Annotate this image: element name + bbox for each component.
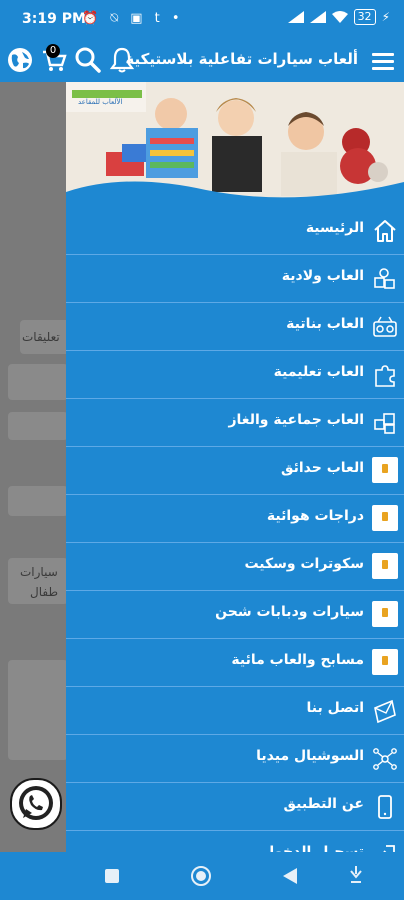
whatsapp-button[interactable] <box>10 778 62 830</box>
hamburger-menu-icon[interactable] <box>372 49 394 71</box>
cart-count-badge: 0 <box>46 44 60 58</box>
bg-field <box>8 364 68 400</box>
menu-item-login[interactable]: تسجيل الدخول <box>66 831 404 852</box>
drawer-menu: الرئيسية العاب ولادية العاب بناتية العاب… <box>66 207 404 852</box>
home-button[interactable] <box>190 865 212 887</box>
menu-item-label: العاب تعليمية <box>273 364 364 380</box>
menu-item-label: مسابح والعاب مائية <box>231 652 364 668</box>
category-thumbnail <box>372 649 398 675</box>
puzzle-icon <box>375 365 395 387</box>
bg-tab-label: تعليقات <box>22 330 60 344</box>
globe-icon[interactable] <box>6 46 34 74</box>
menu-item-social-media[interactable]: السوشيال ميديا <box>66 735 404 783</box>
header-wave <box>66 181 404 202</box>
menu-item-label: سيارات ودبابات شحن <box>215 604 364 620</box>
home-icon <box>374 220 396 242</box>
bg-card-text: طفال <box>30 585 58 599</box>
category-thumbnail <box>372 505 398 531</box>
system-icons: 32 ⚡ <box>287 9 390 25</box>
menu-item-contact-us[interactable]: اتصل بنا <box>66 687 404 735</box>
navigation-drawer: الألعاب للمقاعد الرئيسية العاب ولادية ال… <box>66 82 404 852</box>
status-time: 3:19 PM <box>22 11 86 27</box>
menu-item-label: سكوترات وسكيت <box>244 556 364 572</box>
menu-item-boys-toys[interactable]: العاب ولادية <box>66 255 404 303</box>
menu-item-home[interactable]: الرئيسية <box>66 207 404 255</box>
menu-item-label: تسجيل الدخول <box>262 844 364 852</box>
notification-icons: ⏰ ⍉ ▣ t • <box>82 11 184 26</box>
signal-icon <box>309 11 326 23</box>
menu-item-cars[interactable]: سيارات ودبابات شحن <box>66 591 404 639</box>
menu-item-label: العاب حدائق <box>280 460 364 476</box>
menu-item-label: السوشيال ميديا <box>256 748 364 764</box>
menu-item-label: العاب ولادية <box>281 268 364 284</box>
hide-keyboard-button[interactable] <box>348 866 364 886</box>
share-network-icon <box>373 748 397 770</box>
recents-button[interactable] <box>104 868 120 884</box>
drawer-header-image: الألعاب للمقاعد <box>66 82 404 202</box>
app-toolbar: ألعاب سيارات تفاعلية بلاستيكية 0 <box>0 40 404 82</box>
blocks-icon <box>374 413 395 434</box>
whatsapp-icon <box>19 786 53 820</box>
signal-icon <box>287 11 304 23</box>
category-thumbnail <box>372 457 398 483</box>
bg-product-card <box>8 660 68 760</box>
doll-toys-icon <box>373 316 397 337</box>
menu-item-label: العاب جماعية والغاز <box>228 412 364 428</box>
charging-icon: ⚡ <box>381 10 390 24</box>
menu-item-garden-toys[interactable]: العاب حدائق <box>66 447 404 495</box>
menu-item-girls-toys[interactable]: العاب بناتية <box>66 303 404 351</box>
category-thumbnail <box>372 601 398 627</box>
menu-item-label: اتصل بنا <box>306 700 364 716</box>
menu-item-label: الرئيسية <box>305 220 364 236</box>
battery-icon: 32 <box>353 9 376 25</box>
wifi-icon <box>331 11 348 23</box>
header-logo-text: الألعاب للمقاعد <box>78 98 123 106</box>
mail-icon <box>374 699 396 724</box>
page-title: ألعاب سيارات تفاعلية بلاستيكية <box>125 50 358 68</box>
bell-icon[interactable] <box>108 46 136 74</box>
menu-item-label: عن التطبيق <box>283 796 365 812</box>
menu-item-label: دراجات هوائية <box>266 508 364 524</box>
status-bar: 3:19 PM ⏰ ⍉ ▣ t • 32 ⚡ <box>0 0 404 40</box>
menu-item-label: العاب بناتية <box>286 316 364 332</box>
login-icon <box>383 845 395 852</box>
bg-field <box>8 412 68 440</box>
menu-item-scooters[interactable]: سكوترات وسكيت <box>66 543 404 591</box>
menu-item-group-games[interactable]: العاب جماعية والغاز <box>66 399 404 447</box>
phone-icon <box>378 795 392 819</box>
bg-field <box>8 486 68 516</box>
baby-toys-icon <box>374 268 395 289</box>
menu-item-bicycles[interactable]: دراجات هوائية <box>66 495 404 543</box>
bg-card-text: سيارات <box>20 565 58 579</box>
menu-item-pools[interactable]: مسابح والعاب مائية <box>66 639 404 687</box>
menu-item-about-app[interactable]: عن التطبيق <box>66 783 404 831</box>
system-navigation-bar <box>0 852 404 900</box>
menu-item-educational-toys[interactable]: العاب تعليمية <box>66 351 404 399</box>
search-icon[interactable] <box>74 46 102 74</box>
category-thumbnail <box>372 553 398 579</box>
back-button[interactable] <box>282 867 298 885</box>
